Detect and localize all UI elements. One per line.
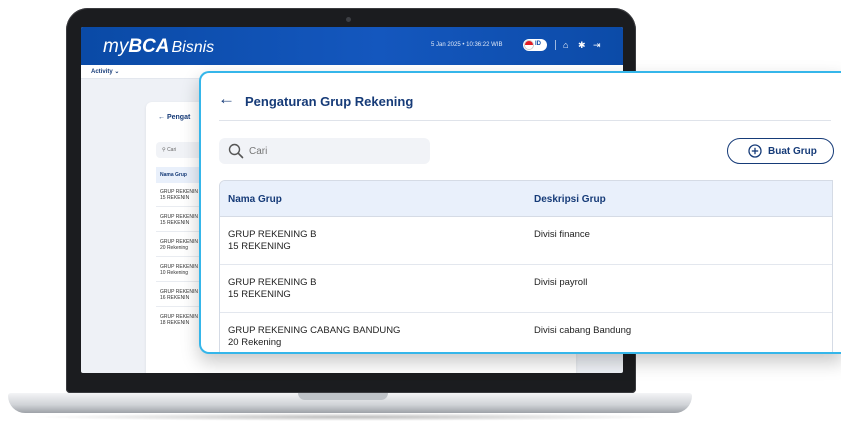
table-row[interactable]: GRUP REKENING B 15 REKENING Divisi payro… [220, 265, 832, 313]
language-label: ID [535, 41, 541, 47]
logo-brand: BCA [128, 36, 170, 57]
group-account-count: 15 REKENING [228, 241, 291, 252]
background-title-text: Pengat [166, 114, 191, 121]
group-description: Divisi finance [534, 229, 590, 240]
plus-circle-icon [748, 144, 762, 158]
back-arrow-icon[interactable]: ← [218, 89, 235, 109]
laptop-shadow [30, 413, 670, 421]
group-name-cell: GRUP REKENING B 15 REKENING [228, 229, 317, 253]
create-group-button[interactable]: Buat Grup [727, 138, 834, 164]
search-box[interactable] [219, 138, 430, 164]
group-name: GRUP REKENING B [228, 229, 317, 240]
table-row[interactable]: GRUP REKENING CABANG BANDUNG 20 Rekening… [220, 313, 832, 352]
group-name: GRUP REKENING CABANG BANDUNG [228, 325, 401, 336]
laptop-notch [298, 393, 388, 400]
home-icon[interactable]: ⌂ [563, 39, 568, 51]
account-group-panel: ← Pengaturan Grup Rekening Buat Grup Nam… [199, 71, 841, 354]
group-table: Nama Grup Deskripsi Grup GRUP REKENING B… [219, 180, 833, 352]
group-name: GRUP REKENING B [228, 277, 317, 288]
group-description: Divisi payroll [534, 277, 588, 288]
group-name-cell: GRUP REKENING CABANG BANDUNG 20 Rekening [228, 325, 400, 349]
search-input[interactable] [249, 141, 424, 161]
header-datetime: 5 Jan 2025 • 10:36:22 WIB [431, 42, 503, 48]
logout-icon[interactable]: ⇥ [593, 39, 601, 51]
page-title: Pengaturan Grup Rekening [245, 94, 414, 109]
table-header: Nama Grup Deskripsi Grup [220, 181, 832, 217]
table-row[interactable]: GRUP REKENING B 15 REKENING Divisi finan… [220, 217, 832, 265]
column-header-description: Deskripsi Grup [534, 194, 606, 205]
app-logo[interactable]: myBCA Bisnis [103, 36, 214, 58]
language-toggle[interactable]: ID [523, 39, 547, 51]
gear-icon[interactable]: ✱ [578, 39, 586, 51]
activity-menu[interactable]: Activity ⌄ [91, 68, 119, 75]
flag-icon [525, 41, 533, 49]
group-name-cell: GRUP REKENING B 15 REKENING [228, 277, 317, 301]
header-divider [555, 40, 556, 50]
title-divider [219, 120, 831, 121]
group-account-count: 15 REKENING [228, 289, 291, 300]
background-page-title: ← Pengat [158, 114, 191, 121]
create-group-label: Buat Grup [768, 146, 817, 157]
logo-prefix: my [103, 36, 129, 57]
background-search-placeholder: Cari [167, 147, 177, 153]
logo-suffix: Bisnis [171, 39, 215, 56]
column-header-name: Nama Grup [228, 194, 282, 205]
app-header: myBCA Bisnis 5 Jan 2025 • 10:36:22 WIB ID… [81, 27, 623, 65]
group-description: Divisi cabang Bandung [534, 325, 632, 336]
group-account-count: 20 Rekening [228, 337, 282, 348]
laptop-camera [346, 17, 351, 22]
search-icon [228, 143, 244, 159]
